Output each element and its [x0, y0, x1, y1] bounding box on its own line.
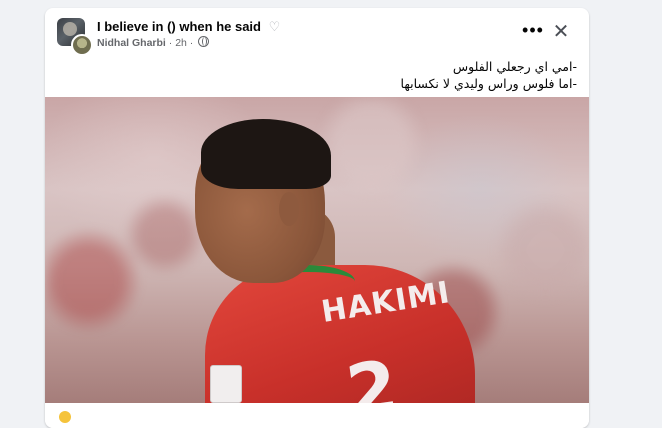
jersey-badge — [210, 365, 242, 403]
player-hair — [201, 119, 331, 189]
globe-icon[interactable] — [198, 36, 210, 47]
reaction-icon[interactable] — [59, 411, 71, 423]
avatar-stack[interactable] — [57, 18, 93, 56]
author-avatar[interactable] — [71, 34, 93, 56]
more-options-button[interactable]: ••• — [519, 20, 547, 44]
meta-separator: · — [168, 37, 173, 49]
post-photo[interactable]: HAKIMI 2 — [45, 97, 589, 403]
post-body-text: -امي اي رجعلي الفلوس -اما فلوس وراس وليد… — [77, 58, 577, 92]
post-meta: Nidhal Gharbi · 2h · — [97, 36, 210, 49]
post-line-2: -اما فلوس وراس وليدي لا نكسابها — [400, 76, 577, 91]
close-button[interactable]: ✕ — [548, 19, 574, 45]
author-name[interactable]: Nidhal Gharbi — [97, 37, 166, 49]
post-line-1: -امي اي رجعلي الفلوس — [452, 59, 577, 74]
heart-outline-icon: ♡ — [268, 19, 281, 34]
post-header: I believe in () when he said ♡ Nidhal Gh… — [45, 8, 589, 56]
more-horizontal-icon: ••• — [522, 20, 544, 40]
close-icon: ✕ — [552, 21, 570, 43]
meta-separator-2: · — [189, 37, 194, 49]
post-footer — [45, 403, 589, 428]
group-title-row: I believe in () when he said ♡ — [97, 19, 280, 35]
player-ear — [279, 192, 299, 226]
post-card: I believe in () when he said ♡ Nidhal Gh… — [45, 8, 589, 428]
group-title[interactable]: I believe in () when he said — [97, 19, 261, 34]
post-time[interactable]: 2h — [175, 37, 187, 49]
